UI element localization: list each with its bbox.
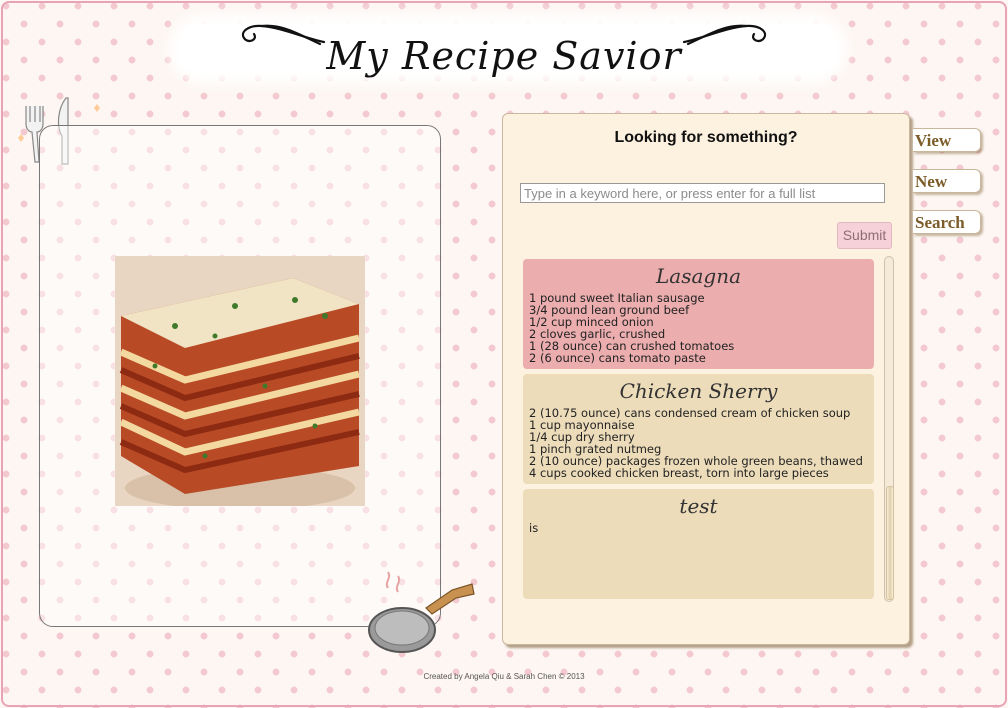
recipe-card-test[interactable]: test is	[523, 489, 874, 599]
site-logo[interactable]: My Recipe Savior	[234, 14, 774, 90]
recipe-title: test	[679, 494, 718, 518]
nav-view-button[interactable]: View	[913, 128, 981, 152]
ingredient-line: is	[529, 521, 539, 535]
logo-text: My Recipe Savior	[326, 34, 682, 78]
recipe-card-chicken-sherry[interactable]: Chicken Sherry 2 (10.75 ounce) cans cond…	[523, 374, 874, 484]
search-input[interactable]	[520, 183, 885, 203]
scrollbar-thumb[interactable]	[886, 486, 894, 600]
frying-pan-icon	[368, 571, 475, 653]
ingredient-line: 4 cups cooked chicken breast, torn into …	[529, 466, 829, 480]
recipe-title: Lasagna	[656, 264, 741, 288]
nav-new-button[interactable]: New	[913, 169, 981, 193]
recipe-title: Chicken Sherry	[619, 379, 778, 403]
nav-search-button[interactable]: Search	[913, 210, 981, 234]
recipe-card-lasagna[interactable]: Lasagna 1 pound sweet Italian sausage 3/…	[523, 259, 874, 369]
search-panel: Looking for something? Submit Lasagna 1 …	[502, 113, 910, 645]
submit-button[interactable]: Submit	[837, 222, 892, 249]
footer-credit: Created by Angela Qiu & Sarah Chen © 201…	[423, 672, 585, 681]
results-scrollbar[interactable]	[884, 256, 894, 602]
ingredient-line: 2 (6 ounce) cans tomato paste	[529, 351, 706, 365]
results-list[interactable]: Lasagna 1 pound sweet Italian sausage 3/…	[523, 259, 875, 602]
search-heading: Looking for something?	[614, 129, 798, 146]
lasagna-photo	[115, 256, 365, 506]
